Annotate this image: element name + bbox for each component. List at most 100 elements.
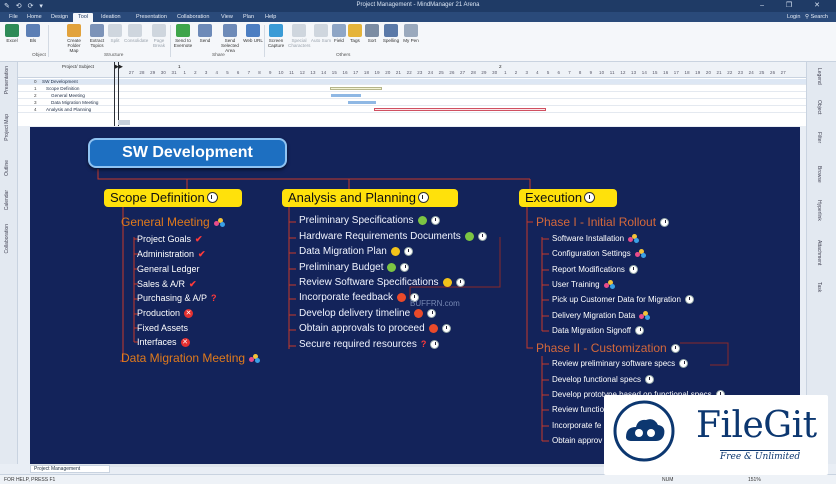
clock-icon — [684, 295, 694, 305]
topic-hardware-requirements[interactable]: Hardware Requirements Documents — [299, 231, 487, 242]
search-icon[interactable]: ⚲ — [805, 14, 809, 20]
bls-button[interactable]: Bls — [22, 24, 44, 43]
send-selected-area-button[interactable]: Send Selected Area — [219, 24, 241, 53]
status-dot-icon — [414, 308, 424, 318]
topic-incorporate-feedback[interactable]: Incorporate feedback — [299, 292, 419, 303]
topic-pick-up-customer-data[interactable]: Pick up Customer Data for Migration — [552, 295, 694, 305]
consolidate-button[interactable]: Consolidate — [124, 24, 148, 43]
web-url-button[interactable]: Web URL — [242, 24, 264, 43]
topic-configuration-settings[interactable]: Configuration Settings — [552, 249, 646, 259]
dock-tab-project-map[interactable]: Project Map — [4, 114, 10, 141]
topic-administration[interactable]: Administration ✔ — [137, 249, 206, 259]
topic-interfaces[interactable]: Interfaces ✕ — [137, 337, 190, 348]
gantt-scrollbar[interactable] — [118, 120, 130, 125]
dock-tab-browse[interactable]: Browse — [816, 166, 822, 183]
screen-capture-button[interactable]: Screen Capture — [265, 24, 287, 48]
topic-review-functional[interactable]: Review functio — [552, 405, 604, 414]
tab-view[interactable]: View — [216, 13, 238, 22]
window-controls[interactable]: – ❐ ✕ — [760, 1, 830, 9]
tab-help[interactable]: Help — [260, 13, 281, 22]
special-characters-button[interactable]: Special Characters — [288, 24, 310, 48]
topic-develop-functional-specs[interactable]: Develop functional specs — [552, 375, 654, 385]
subtopic-data-migration-meeting[interactable]: Data Migration Meeting — [121, 351, 261, 365]
topic-report-modifications[interactable]: Report Modifications — [552, 265, 638, 275]
tab-tool[interactable]: Tool — [73, 13, 94, 22]
topic-review-software-specs[interactable]: Review Software Specifications — [299, 277, 465, 288]
tab-plan[interactable]: Plan — [238, 13, 259, 22]
topic-fixed-assets[interactable]: Fixed Assets — [137, 323, 188, 333]
zoom-level[interactable]: 151% — [748, 477, 761, 483]
gantt-row[interactable]: 1 Scope Definition — [18, 86, 806, 92]
tab-collaboration[interactable]: Collaboration — [172, 13, 214, 22]
gantt-row[interactable]: 2 General Meeting — [18, 93, 806, 99]
topic-delivery-migration-data[interactable]: Delivery Migration Data — [552, 311, 651, 321]
subtopic-general-meeting[interactable]: General Meeting — [121, 215, 225, 229]
topic-obtain-approvals[interactable]: Obtain approvals to proceed — [299, 323, 451, 334]
subtopic-phase-2[interactable]: Phase II - Customization — [536, 341, 680, 355]
topic-preliminary-specifications[interactable]: Preliminary Specifications — [299, 215, 440, 226]
branch-scope-definition[interactable]: Scope Definition — [104, 189, 242, 207]
pen-icon — [404, 24, 418, 37]
branch-execution[interactable]: Execution — [519, 189, 617, 207]
filegit-tagline: Free & Unlimited — [720, 450, 801, 462]
topic-data-migration-signoff[interactable]: Data Migration Signoff — [552, 326, 645, 336]
send-button[interactable]: Send — [194, 24, 216, 43]
dock-tab-presentation[interactable]: Presentation — [4, 66, 10, 94]
topic-secure-resources[interactable]: Secure required resources? — [299, 339, 440, 350]
topic-data-migration-plan[interactable]: Data Migration Plan — [299, 246, 413, 257]
gantt-divider[interactable] — [114, 62, 115, 126]
tab-file[interactable]: File — [4, 13, 23, 22]
topic-incorporate-feedback-2[interactable]: Incorporate fe — [552, 421, 601, 430]
topic-software-installation[interactable]: Software Installation — [552, 234, 640, 244]
topic-purchasing-ap[interactable]: Purchasing & A/P? — [137, 293, 217, 303]
excel-button[interactable]: Excel — [1, 24, 23, 43]
spelling-button[interactable]: Spelling — [380, 24, 402, 43]
topic-production[interactable]: Production ✕ — [137, 308, 194, 319]
gantt-row[interactable]: 4 Analysis and Planning — [18, 107, 806, 113]
gantt-bar[interactable] — [348, 101, 376, 104]
document-tab[interactable]: Project Management — [30, 465, 110, 473]
page-break-button[interactable]: Page Break — [148, 24, 170, 48]
check-icon: ✔ — [195, 234, 203, 245]
dock-tab-attachment[interactable]: Attachment — [816, 240, 822, 265]
branch-analysis-and-planning[interactable]: Analysis and Planning — [282, 189, 458, 207]
status-dot-icon — [428, 323, 438, 333]
window-title: Project Management - MindManager 21 Aren… — [356, 2, 480, 8]
gantt-divider[interactable] — [118, 62, 119, 126]
topic-user-training[interactable]: User Training — [552, 280, 615, 290]
topic-preliminary-budget[interactable]: Preliminary Budget — [299, 262, 410, 273]
gantt-row[interactable]: 0 SW Development — [18, 79, 806, 85]
tab-home[interactable]: Home — [22, 13, 47, 22]
dock-tab-collaboration[interactable]: Collaboration — [4, 224, 10, 253]
group-label-others: Others — [336, 53, 351, 58]
topic-develop-delivery-timeline[interactable]: Develop delivery timeline — [299, 308, 437, 319]
create-folder-map-button[interactable]: Create Folder Map — [63, 24, 85, 53]
root-topic[interactable]: SW Development — [88, 138, 287, 168]
dock-tab-outline[interactable]: Outline — [4, 160, 10, 176]
dock-tab-task[interactable]: Task — [816, 282, 822, 292]
gantt-row[interactable]: 3 Data Migration Meeting — [18, 100, 806, 106]
dock-tab-hyperlink[interactable]: Hyperlink — [816, 200, 822, 221]
topic-general-ledger[interactable]: General Ledger — [137, 264, 200, 274]
tab-design[interactable]: Design — [46, 13, 73, 22]
subtopic-phase-1[interactable]: Phase I - Initial Rollout — [536, 215, 670, 229]
gantt-bar[interactable] — [330, 87, 382, 90]
dock-tab-calendar[interactable]: Calendar — [4, 190, 10, 210]
tab-ideation[interactable]: Ideation — [96, 13, 126, 22]
split-button[interactable]: Split — [104, 24, 126, 43]
tab-presentation[interactable]: Presentation — [131, 13, 172, 22]
topic-sales-ar[interactable]: Sales & A/R ✔ — [137, 279, 197, 289]
topic-obtain-approvals-2[interactable]: Obtain approv — [552, 436, 602, 445]
topic-project-goals[interactable]: Project Goals ✔ — [137, 234, 203, 244]
topic-review-preliminary-specs[interactable]: Review preliminary software specs — [552, 359, 689, 369]
login-link[interactable]: Login — [787, 14, 800, 20]
gantt-bar[interactable] — [331, 94, 361, 97]
spelling-icon — [384, 24, 398, 37]
clock-icon — [427, 308, 437, 318]
dock-tab-legend[interactable]: Legend — [816, 68, 822, 85]
gantt-bar[interactable] — [374, 108, 546, 111]
send-to-evernote-button[interactable]: Send to Evernote — [172, 24, 194, 48]
dock-tab-filter[interactable]: Filter — [816, 132, 822, 143]
dock-tab-object[interactable]: Object — [816, 100, 822, 114]
my-pen-button[interactable]: My Pen — [400, 24, 422, 43]
